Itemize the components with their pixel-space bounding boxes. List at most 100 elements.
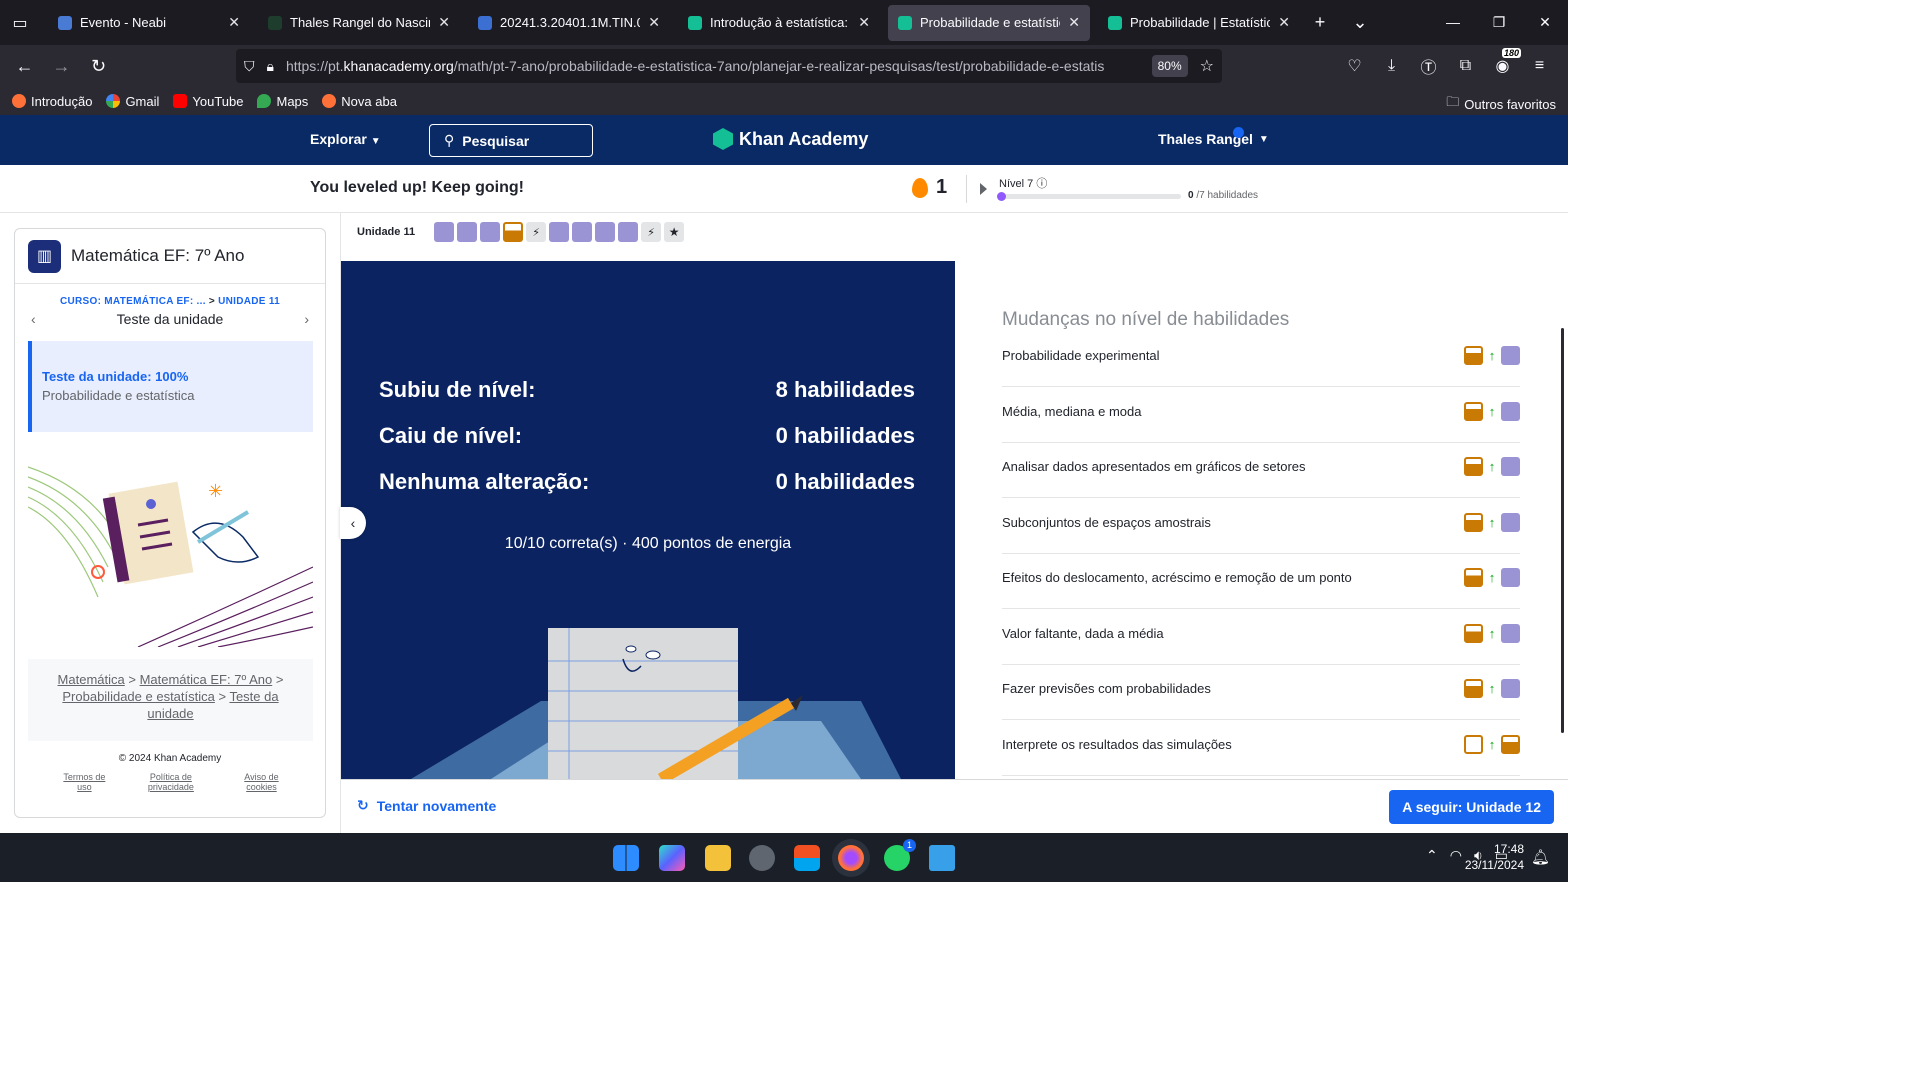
bookmark-introducao[interactable]: Introdução bbox=[12, 94, 92, 109]
minimize-icon[interactable]: — bbox=[1430, 14, 1476, 31]
skill-square[interactable] bbox=[572, 222, 593, 242]
search-input[interactable]: ⚲ Pesquisar bbox=[429, 124, 593, 157]
breadcrumb-unit[interactable]: Probabilidade e estatística bbox=[62, 689, 214, 704]
info-icon[interactable]: ⓘ bbox=[1036, 178, 1047, 190]
skill-square[interactable] bbox=[595, 222, 616, 242]
khan-logo[interactable]: Khan Academy bbox=[713, 128, 868, 150]
downloads-icon[interactable]: ⤓ bbox=[1373, 57, 1410, 75]
close-window-icon[interactable]: ✕ bbox=[1522, 14, 1568, 31]
skill-square[interactable] bbox=[503, 222, 524, 242]
explore-menu[interactable]: Explorar ▼ bbox=[310, 131, 381, 147]
copilot-icon[interactable] bbox=[659, 845, 685, 871]
quiz-bolt-icon[interactable]: ⚡︎ bbox=[526, 222, 547, 242]
account-icon[interactable]: Ⓣ bbox=[1410, 54, 1447, 78]
crumb-course[interactable]: CURSO: MATEMÁTICA EF: ... bbox=[60, 296, 206, 307]
skill-square[interactable] bbox=[618, 222, 639, 242]
skill-level-after bbox=[1501, 512, 1520, 532]
level-label[interactable]: Nível 7 ⓘ bbox=[999, 175, 1047, 191]
skill-square[interactable] bbox=[480, 222, 501, 242]
breadcrumb-matematica[interactable]: Matemática bbox=[58, 672, 125, 687]
play-icon[interactable] bbox=[980, 183, 987, 195]
url-bar[interactable]: ⛉ 🔒︎ https://pt.khanacademy.org/math/pt-… bbox=[236, 49, 1222, 83]
other-bookmarks[interactable]: 🗀 Outros favoritos bbox=[1446, 93, 1556, 115]
extension-badge-icon[interactable]: ◉ 180 bbox=[1484, 48, 1521, 76]
streak-counter[interactable]: 1 bbox=[912, 176, 947, 199]
extensions-icon[interactable]: ⧉ bbox=[1447, 57, 1484, 75]
forward-icon[interactable]: → bbox=[43, 56, 80, 77]
clock[interactable]: 17:48 23/11/2024 bbox=[1465, 841, 1524, 873]
cookies-link[interactable]: Aviso de cookies bbox=[228, 772, 295, 792]
list-tabs-icon[interactable]: ⌄ bbox=[1340, 12, 1380, 33]
skill-row[interactable]: Efeitos do deslocamento, acréscimo e rem… bbox=[1002, 553, 1520, 609]
close-tab-icon[interactable]: ✕ bbox=[1278, 14, 1290, 31]
quiz-bolt-icon[interactable]: ⚡︎ bbox=[641, 222, 662, 242]
bookmark-gmail[interactable]: Gmail bbox=[106, 94, 159, 109]
unit-test-star-icon[interactable]: ★ bbox=[664, 222, 685, 242]
terms-link[interactable]: Termos de uso bbox=[55, 772, 114, 792]
google-icon bbox=[106, 94, 121, 108]
bookmark-star-icon[interactable]: ☆ bbox=[1200, 56, 1214, 76]
store-icon[interactable] bbox=[794, 845, 820, 871]
skill-row[interactable]: Média, mediana e moda ↑ bbox=[1002, 387, 1520, 443]
close-tab-icon[interactable]: ✕ bbox=[1068, 14, 1080, 31]
next-unit-button[interactable]: A seguir: Unidade 12 bbox=[1389, 790, 1554, 824]
skill-row[interactable]: Valor faltante, dada a média ↑ bbox=[1002, 609, 1520, 665]
browser-tab[interactable]: Thales Rangel do Nascimen ✕ bbox=[258, 5, 460, 41]
skill-row[interactable]: Analisar dados apresentados em gráficos … bbox=[1002, 442, 1520, 498]
notifications-icon[interactable]: 🔔︎ bbox=[1531, 848, 1550, 866]
tab-manager-icon[interactable]: ▭ bbox=[0, 0, 40, 45]
skill-row[interactable]: Probabilidade experimental ↑ bbox=[1002, 331, 1520, 387]
shield-icon[interactable]: ⛉ bbox=[244, 58, 255, 75]
pocket-icon[interactable]: ♡ bbox=[1336, 56, 1373, 76]
maximize-icon[interactable]: ❐ bbox=[1476, 14, 1522, 31]
skill-name: Probabilidade experimental bbox=[1002, 348, 1160, 363]
close-tab-icon[interactable]: ✕ bbox=[438, 14, 450, 31]
lock-icon[interactable]: 🔒︎ bbox=[267, 58, 274, 75]
skill-row[interactable]: Interprete os resultados das simulações ↑ bbox=[1002, 720, 1520, 776]
book-icon: ▥ bbox=[28, 239, 61, 273]
close-tab-icon[interactable]: ✕ bbox=[228, 14, 240, 31]
url-text[interactable]: https://pt.khanacademy.org/math/pt-7-ano… bbox=[286, 58, 1144, 74]
skill-row[interactable]: Subconjuntos de espaços amostrais ↑ bbox=[1002, 498, 1520, 554]
chevron-up-icon[interactable]: ⌃ bbox=[1426, 847, 1438, 864]
retry-button[interactable]: ↻ Tentar novamente bbox=[357, 797, 496, 814]
notebook-illustration bbox=[411, 628, 901, 779]
browser-tab[interactable]: Probabilidade | Estatística i ✕ bbox=[1098, 5, 1300, 41]
skill-square[interactable] bbox=[434, 222, 455, 242]
back-icon[interactable]: ← bbox=[6, 56, 43, 77]
wifi-icon[interactable]: ◠ bbox=[1450, 847, 1462, 864]
firefox-taskbar-icon[interactable] bbox=[838, 845, 864, 871]
close-tab-icon[interactable]: ✕ bbox=[648, 14, 660, 31]
browser-tab[interactable]: 20241.3.20401.1M.TIN.0185 ✕ bbox=[468, 5, 670, 41]
file-explorer-icon[interactable] bbox=[705, 845, 731, 871]
bookmark-youtube[interactable]: YouTube bbox=[173, 94, 243, 109]
bookmark-maps[interactable]: Maps bbox=[257, 94, 308, 109]
privacy-link[interactable]: Política de privacidade bbox=[126, 772, 216, 792]
level-up-message: You leveled up! Keep going! bbox=[310, 179, 524, 196]
breadcrumb-course[interactable]: Matemática EF: 7º Ano bbox=[140, 672, 273, 687]
menu-icon[interactable]: ≡ bbox=[1521, 57, 1558, 75]
bookmark-nova-aba[interactable]: Nova aba bbox=[322, 94, 397, 109]
browser-tab[interactable]: Evento - Neabi ✕ bbox=[48, 5, 250, 41]
new-tab-icon[interactable]: + bbox=[1300, 12, 1340, 33]
sidebar-item-unit-test[interactable]: Teste da unidade: 100% Probabilidade e e… bbox=[28, 341, 313, 432]
user-menu[interactable]: Thales Rangel ▼ bbox=[1158, 131, 1269, 147]
chevron-left-icon: ‹ bbox=[350, 515, 356, 531]
skill-row[interactable]: Fazer previsões com probabilidades ↑ bbox=[1002, 664, 1520, 720]
skill-square[interactable] bbox=[457, 222, 478, 242]
scrollbar[interactable] bbox=[1561, 328, 1564, 733]
course-header[interactable]: ▥ Matemática EF: 7º Ano bbox=[15, 229, 325, 284]
browser-tab[interactable]: Probabilidade e estatística: ✕ bbox=[888, 4, 1090, 41]
skill-square[interactable] bbox=[549, 222, 570, 242]
chevron-right-icon[interactable]: › bbox=[304, 311, 309, 327]
browser-tab[interactable]: Introdução à estatística: mé ✕ bbox=[678, 5, 880, 41]
close-tab-icon[interactable]: ✕ bbox=[858, 14, 870, 31]
notepad-icon[interactable] bbox=[929, 845, 955, 871]
zoom-indicator[interactable]: 80% bbox=[1151, 55, 1188, 77]
settings-icon[interactable] bbox=[749, 845, 775, 871]
reload-icon[interactable]: ↻ bbox=[80, 56, 117, 77]
whatsapp-icon[interactable]: 1 bbox=[884, 839, 916, 871]
folder-icon: 🗀 bbox=[1446, 94, 1460, 109]
crumb-unit[interactable]: UNIDADE 11 bbox=[218, 296, 280, 307]
windows-start-icon[interactable] bbox=[613, 845, 639, 871]
